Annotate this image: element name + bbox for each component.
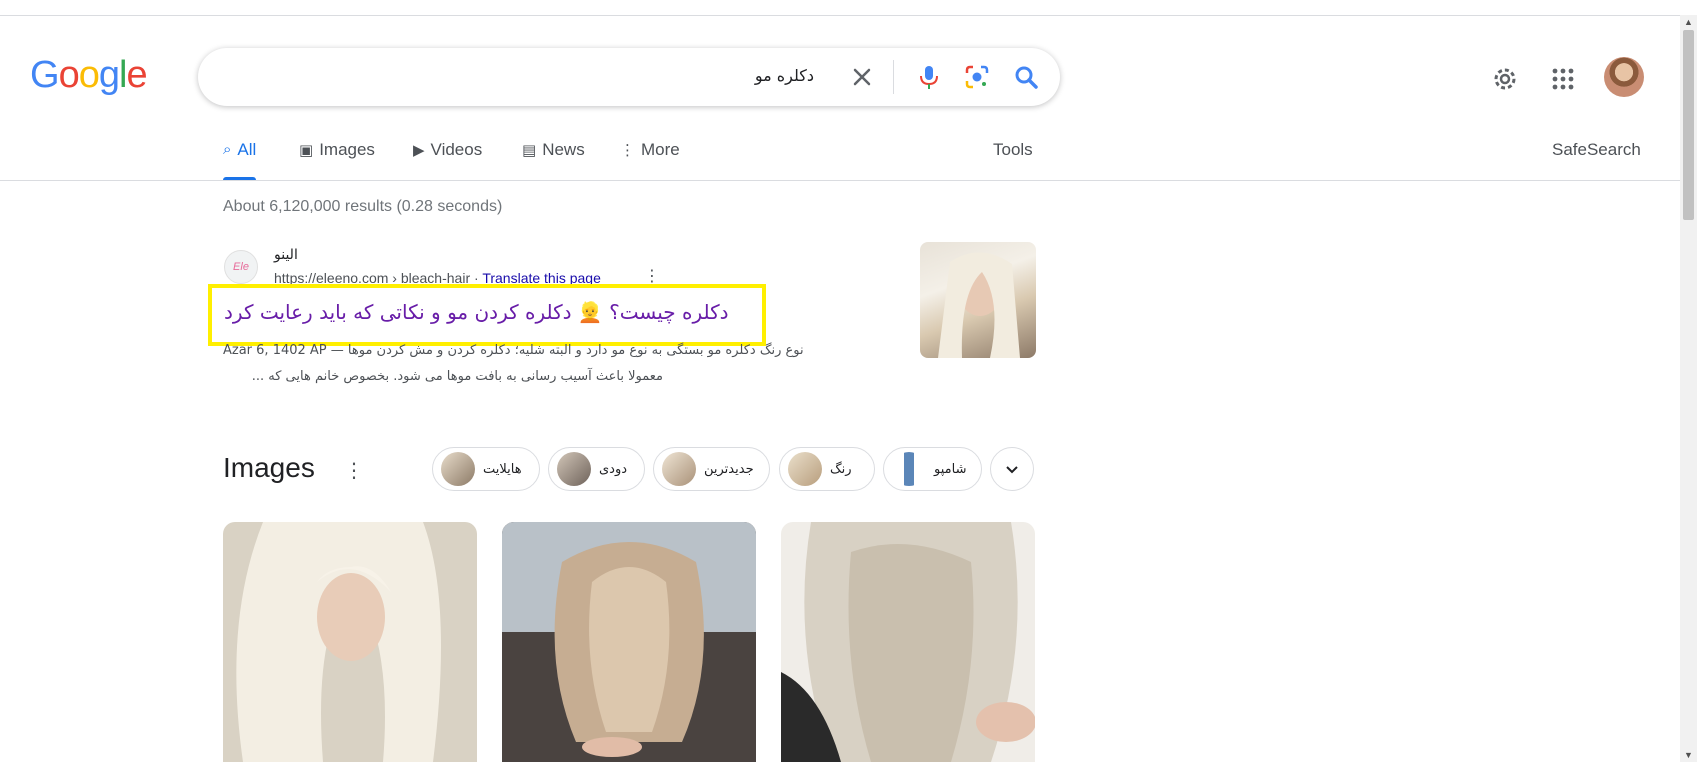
more-options-icon[interactable]: ⋮ (644, 266, 660, 286)
microphone-icon[interactable] (914, 62, 944, 92)
tab-images[interactable]: ▣ Images (299, 140, 375, 180)
tab-label: More (641, 140, 680, 159)
chip-thumbnail (662, 452, 696, 486)
tab-label: Images (319, 140, 375, 159)
tab-videos[interactable]: ▶ Videos (413, 140, 482, 180)
site-name[interactable]: الینو (274, 247, 298, 263)
search-icon[interactable] (1011, 62, 1041, 92)
google-logo[interactable]: Google (30, 54, 148, 97)
chip-label: رنگ (830, 461, 852, 477)
tab-all[interactable]: ⌕ All (223, 140, 257, 180)
images-heading: Images (223, 452, 315, 483)
result-stats: About 6,120,000 results (0.28 seconds) (223, 198, 503, 215)
image-chip[interactable]: جدیدترین (653, 447, 770, 491)
highlight-box (208, 284, 766, 346)
logo-letter: o (78, 54, 100, 96)
image-chip[interactable]: هایلایت (432, 447, 540, 491)
image-icon: ▣ (299, 142, 314, 159)
chip-thumbnail (788, 452, 822, 486)
tools-button[interactable]: Tools (993, 140, 1033, 160)
tab-label: All (237, 140, 257, 159)
result-thumbnail[interactable] (920, 242, 1036, 358)
chip-thumbnail (441, 452, 475, 486)
chip-label: جدیدترین (704, 461, 754, 477)
apps-grid-icon[interactable] (1548, 64, 1578, 94)
image-result[interactable] (781, 522, 1035, 762)
scroll-up-arrow-icon[interactable]: ▲ (1684, 17, 1693, 27)
image-chip[interactable]: دودی (548, 447, 645, 491)
site-favicon[interactable]: Ele (224, 250, 258, 284)
image-chip[interactable]: شامپو (883, 447, 982, 491)
images-more-icon[interactable]: ⋮ (344, 458, 364, 483)
search-icon: ⌕ (223, 141, 232, 158)
chip-thumbnail (892, 452, 926, 486)
snippet-line-1: نوع رنگ دکلره مو بستگی به نوع مو دارد و … (347, 343, 804, 358)
result-date: Azar 6, 1402 AP — (223, 343, 344, 358)
avatar[interactable] (1604, 57, 1644, 97)
chip-label: هایلایت (483, 461, 522, 477)
news-icon: ▤ (522, 142, 537, 159)
chevron-down-icon (1006, 466, 1018, 474)
google-lens-icon[interactable] (962, 62, 992, 92)
tab-label: News (542, 140, 585, 159)
tabs-divider (0, 180, 1680, 181)
chip-thumbnail (557, 452, 591, 486)
chip-label: دودی (599, 461, 628, 477)
safesearch-button[interactable]: SafeSearch (1552, 140, 1641, 160)
browser-top-bar (0, 0, 1697, 16)
video-icon: ▶ (413, 142, 425, 159)
snippet-line-2: معمولا باعث آسیب رسانی به بافت موها می ش… (251, 369, 663, 384)
tab-more[interactable]: ⋮ More (620, 140, 680, 180)
scrollbar-thumb[interactable] (1683, 30, 1694, 220)
search-divider (893, 60, 894, 94)
image-chip[interactable]: رنگ (779, 447, 875, 491)
logo-letter: G (30, 54, 60, 96)
chips-expand-button[interactable] (990, 447, 1034, 491)
image-result[interactable] (502, 522, 756, 762)
tab-label: Videos (430, 140, 483, 159)
tab-news[interactable]: ▤ News (522, 140, 585, 180)
result-snippet: Azar 6, 1402 AP — نوع رنگ دکلره مو بستگی… (223, 338, 873, 390)
more-vertical-icon: ⋮ (620, 142, 635, 159)
search-input[interactable]: دکلره مو (755, 66, 814, 85)
close-icon[interactable] (850, 65, 874, 89)
image-result[interactable] (223, 522, 477, 762)
scroll-down-arrow-icon[interactable]: ▼ (1684, 750, 1693, 760)
logo-letter: e (126, 54, 147, 96)
logo-letter: g (98, 54, 120, 96)
search-box[interactable]: دکلره مو (198, 48, 1060, 106)
logo-letter: o (58, 54, 80, 96)
gear-icon[interactable] (1490, 64, 1520, 94)
chip-label: شامپو (934, 461, 967, 477)
